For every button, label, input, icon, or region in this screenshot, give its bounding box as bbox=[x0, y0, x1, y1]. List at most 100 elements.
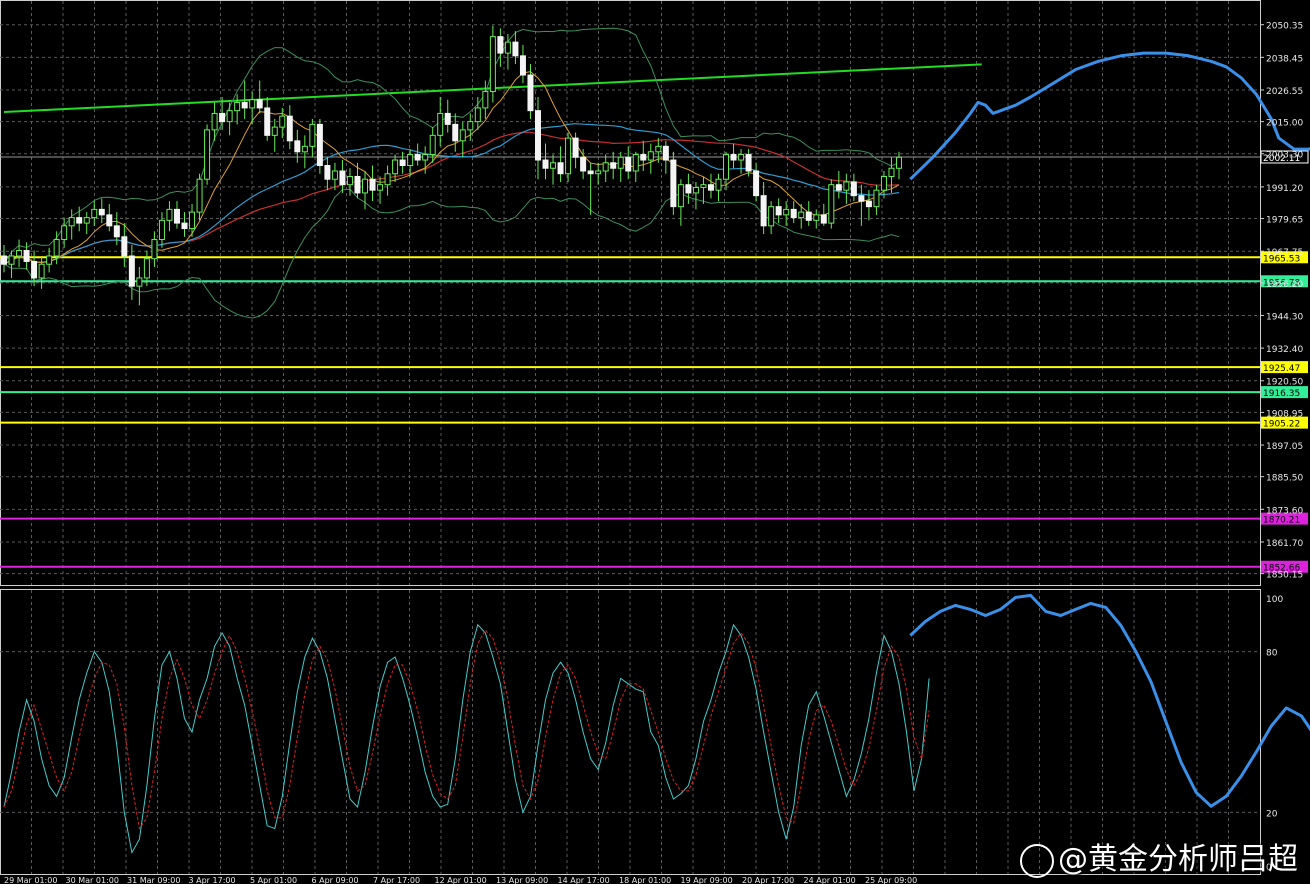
candle-body bbox=[730, 154, 737, 161]
candle-body bbox=[542, 159, 549, 169]
time-tick-label: 13 Apr 09:00 bbox=[496, 876, 548, 884]
candle-body bbox=[354, 175, 361, 194]
stochastic-tick-label: 100 bbox=[1266, 595, 1283, 605]
candle-body bbox=[565, 137, 572, 175]
time-tick-label: 20 Apr 17:00 bbox=[742, 876, 794, 884]
candle-body bbox=[519, 55, 526, 76]
chart-canvas[interactable]: 1965.531956.781925.471916.351905.221870.… bbox=[0, 0, 1310, 884]
stochastic-tick-label: 20 bbox=[1266, 809, 1278, 819]
price-tick-label: 1979.65 bbox=[1266, 216, 1303, 226]
price-tick-label: 2026.55 bbox=[1266, 87, 1303, 97]
candle-body bbox=[670, 159, 677, 208]
candle-body bbox=[888, 167, 895, 177]
candle-body bbox=[647, 151, 654, 161]
watermark: @黄金分析师吕超 bbox=[1020, 834, 1298, 878]
candle-body bbox=[158, 219, 165, 241]
candle-body bbox=[196, 178, 203, 213]
candle-body bbox=[1, 255, 7, 265]
candle-body bbox=[38, 263, 45, 279]
price-tick-label: 1885.50 bbox=[1266, 474, 1303, 484]
level-label: 1925.47 bbox=[1263, 364, 1300, 374]
candle-body bbox=[685, 184, 692, 194]
time-tick-label: 12 Apr 01:00 bbox=[435, 876, 487, 884]
candle-body bbox=[346, 175, 353, 186]
time-tick-label: 25 Apr 09:00 bbox=[865, 876, 917, 884]
candle-body bbox=[128, 255, 135, 287]
candle-body bbox=[61, 225, 68, 241]
candle-body bbox=[166, 208, 173, 221]
candle-body bbox=[768, 206, 775, 227]
price-tick-label: 1908.95 bbox=[1266, 409, 1303, 419]
price-tick-label: 1967.75 bbox=[1266, 248, 1303, 258]
candle-body bbox=[31, 260, 38, 279]
candle-body bbox=[294, 140, 301, 153]
candle-body bbox=[625, 156, 632, 172]
candle-body bbox=[587, 170, 594, 175]
candle-body bbox=[790, 208, 797, 219]
candle-body bbox=[489, 36, 496, 92]
price-tick-label: 1897.05 bbox=[1266, 442, 1303, 452]
candle-body bbox=[301, 145, 308, 153]
time-axis: 29 Mar 01:00 30 Mar 01:00 31 Mar 09:00 3 Ap… bbox=[4, 876, 917, 884]
candle-body bbox=[467, 121, 474, 131]
price-tick-label: 1873.60 bbox=[1266, 506, 1303, 516]
time-tick-label: 7 Apr 17:00 bbox=[373, 876, 420, 884]
candle-body bbox=[181, 222, 188, 230]
candle-body bbox=[572, 137, 579, 158]
candle-body bbox=[602, 162, 609, 172]
candle-body bbox=[339, 170, 346, 186]
time-tick-label: 6 Apr 09:00 bbox=[312, 876, 359, 884]
time-tick-label: 29 Mar 01:00 bbox=[4, 876, 57, 884]
candle-body bbox=[873, 189, 880, 208]
candle-body bbox=[256, 99, 263, 109]
candle-body bbox=[377, 184, 384, 191]
price-tick-label: 1991.20 bbox=[1266, 184, 1303, 194]
level-label: 1905.22 bbox=[1263, 420, 1300, 430]
candle-body bbox=[136, 277, 143, 287]
candle-body bbox=[68, 217, 75, 227]
candle-body bbox=[98, 208, 105, 216]
candle-body bbox=[775, 206, 782, 216]
candle-body bbox=[617, 156, 624, 169]
candle-body bbox=[700, 184, 707, 188]
candle-body bbox=[820, 214, 827, 224]
candle-body bbox=[362, 178, 369, 194]
candle-body bbox=[8, 255, 15, 265]
candle-body bbox=[384, 173, 391, 186]
candle-body bbox=[234, 101, 241, 112]
candle-body bbox=[828, 184, 835, 224]
time-tick-label: 18 Apr 01:00 bbox=[619, 876, 671, 884]
candle-body bbox=[662, 145, 669, 161]
candle-body bbox=[211, 112, 218, 131]
candle-body bbox=[392, 159, 399, 175]
candle-body bbox=[753, 170, 760, 197]
candle-body bbox=[715, 178, 722, 191]
price-tick-label: 2050.35 bbox=[1266, 22, 1303, 32]
candle-body bbox=[279, 115, 286, 128]
candle-body bbox=[121, 236, 128, 257]
candle-body bbox=[286, 115, 293, 142]
price-tick-label: 2015.00 bbox=[1266, 119, 1303, 129]
candle-body bbox=[534, 110, 541, 161]
price-tick-label: 1932.40 bbox=[1266, 345, 1303, 355]
candle-body bbox=[798, 211, 805, 219]
candle-body bbox=[309, 123, 316, 147]
candle-body bbox=[422, 154, 429, 161]
time-tick-label: 3 Apr 17:00 bbox=[189, 876, 236, 884]
price-tick-label: 1920.50 bbox=[1266, 378, 1303, 388]
candle-body bbox=[850, 181, 857, 197]
candle-body bbox=[414, 154, 421, 161]
candle-body bbox=[783, 208, 790, 216]
candle-body bbox=[610, 162, 617, 169]
candle-body bbox=[173, 208, 180, 224]
candle-body bbox=[226, 110, 233, 123]
watermark-text: @黄金分析师吕超 bbox=[1058, 842, 1298, 877]
time-tick-label: 30 Mar 01:00 bbox=[66, 876, 119, 884]
candle-body bbox=[331, 170, 338, 180]
candle-body bbox=[83, 217, 90, 224]
candle-body bbox=[760, 195, 767, 227]
candle-body bbox=[459, 129, 466, 142]
candle-body bbox=[452, 123, 459, 142]
candle-body bbox=[241, 101, 248, 109]
candle-body bbox=[271, 126, 278, 136]
